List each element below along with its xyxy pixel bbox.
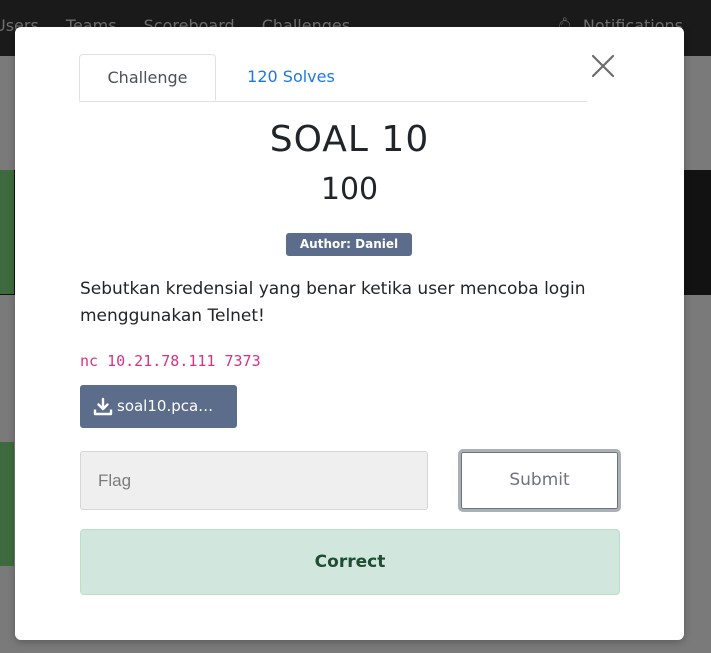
close-button[interactable] — [589, 52, 617, 80]
result-alert: Correct — [80, 529, 620, 595]
tab-solves[interactable]: 120 Solves — [227, 54, 355, 100]
challenge-points: 100 — [320, 172, 379, 207]
connection-command: nc 10.21.78.111 7373 — [80, 352, 261, 370]
download-icon — [93, 397, 113, 416]
challenge-title: SOAL 10 — [269, 119, 430, 160]
challenge-modal: Challenge 120 Solves SOAL 10 100 Author:… — [15, 27, 684, 640]
download-file-button[interactable]: soal10.pca… — [80, 385, 237, 428]
background-card — [0, 170, 14, 294]
challenge-description: Sebutkan kredensial yang benar ketika us… — [80, 279, 586, 326]
flag-input[interactable] — [80, 451, 428, 510]
author-badge: Author: Daniel — [286, 233, 412, 256]
background-card — [0, 442, 14, 566]
close-icon — [591, 54, 615, 78]
tab-challenge[interactable]: Challenge — [79, 54, 216, 101]
modal-tabs: Challenge 120 Solves — [79, 54, 587, 102]
submit-button[interactable]: Submit — [458, 449, 621, 512]
download-file-label: soal10.pca… — [117, 397, 214, 415]
